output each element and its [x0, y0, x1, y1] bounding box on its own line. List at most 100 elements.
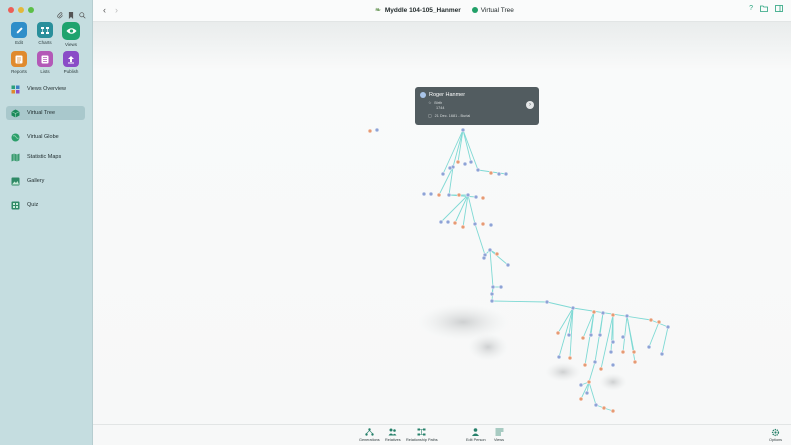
person-node[interactable]: [624, 313, 630, 319]
person-node[interactable]: [498, 284, 504, 290]
person-node[interactable]: [480, 221, 486, 227]
person-node[interactable]: [567, 355, 573, 361]
person-node[interactable]: [665, 324, 671, 330]
person-node[interactable]: [503, 171, 509, 177]
person-node[interactable]: [593, 402, 599, 408]
person-node[interactable]: [473, 194, 479, 200]
person-node[interactable]: [374, 127, 380, 133]
relatives-button[interactable]: Relatives: [385, 428, 401, 442]
person-node[interactable]: [631, 349, 637, 355]
person-node[interactable]: [489, 298, 495, 304]
sidebar-item-views-overview[interactable]: Views Overview: [6, 82, 85, 96]
person-node[interactable]: [472, 221, 478, 227]
person-node[interactable]: [556, 354, 562, 360]
person-node[interactable]: [468, 159, 474, 165]
sidebar-item-statistic-maps[interactable]: Statistic Maps: [6, 150, 85, 164]
sidebar-item-virtual-globe[interactable]: Virtual Globe: [6, 130, 85, 144]
views-bottom-button[interactable]: Views: [494, 428, 504, 442]
person-node[interactable]: [648, 317, 654, 323]
edit-button[interactable]: Edit: [6, 22, 32, 47]
person-node[interactable]: [586, 379, 592, 385]
person-node[interactable]: [447, 165, 453, 171]
sidebar-item-quiz[interactable]: Quiz: [6, 198, 85, 212]
person-node[interactable]: [591, 309, 597, 315]
people-search-icon[interactable]: [79, 6, 86, 19]
person-node[interactable]: [438, 219, 444, 225]
generations-button[interactable]: Generations: [359, 428, 380, 442]
help-icon[interactable]: ?: [749, 5, 753, 14]
person-node[interactable]: [659, 351, 665, 357]
person-node[interactable]: [505, 262, 511, 268]
minimize-window-button[interactable]: [18, 7, 24, 13]
views-button[interactable]: Views: [58, 22, 84, 47]
person-node[interactable]: [566, 332, 572, 338]
person-node[interactable]: [452, 220, 458, 226]
bookmark-icon[interactable]: [68, 6, 74, 19]
person-node[interactable]: [578, 396, 584, 402]
person-node[interactable]: [584, 390, 590, 396]
person-node[interactable]: [578, 382, 584, 388]
person-node[interactable]: [481, 255, 487, 261]
paperclip-icon[interactable]: [57, 6, 63, 19]
back-arrow-icon[interactable]: ‹: [103, 5, 106, 15]
person-node[interactable]: [601, 405, 607, 411]
person-node[interactable]: [582, 362, 588, 368]
person-node[interactable]: [632, 359, 638, 365]
person-node[interactable]: [588, 332, 594, 338]
person-node[interactable]: [598, 366, 604, 372]
person-node[interactable]: [610, 408, 616, 414]
chevron-right-icon[interactable]: ›: [526, 101, 534, 109]
person-node[interactable]: [488, 222, 494, 228]
sidebar-item-virtual-tree[interactable]: Virtual Tree: [6, 106, 85, 120]
person-node[interactable]: [600, 310, 606, 316]
person-node[interactable]: [496, 171, 502, 177]
options-button[interactable]: Options: [769, 428, 782, 442]
lists-button[interactable]: Lists: [32, 51, 58, 74]
close-window-button[interactable]: [8, 7, 14, 13]
zoom-window-button[interactable]: [28, 7, 34, 13]
person-node[interactable]: [462, 161, 468, 167]
person-node[interactable]: [610, 312, 616, 318]
sidebar-toggle-icon[interactable]: [775, 5, 783, 14]
person-node[interactable]: [456, 192, 462, 198]
person-node[interactable]: [489, 291, 495, 297]
person-node[interactable]: [440, 171, 446, 177]
person-node[interactable]: [656, 319, 662, 325]
person-node[interactable]: [597, 332, 603, 338]
person-node[interactable]: [460, 127, 466, 133]
person-node[interactable]: [620, 349, 626, 355]
person-node[interactable]: [620, 334, 626, 340]
person-node[interactable]: [446, 192, 452, 198]
person-node[interactable]: [544, 299, 550, 305]
publish-button[interactable]: Publish: [58, 51, 84, 74]
person-node[interactable]: [608, 349, 614, 355]
relationship-paths-button[interactable]: Relationship Paths: [406, 428, 438, 442]
person-node[interactable]: [465, 192, 471, 198]
person-node[interactable]: [555, 330, 561, 336]
virtual-tree-canvas[interactable]: Roger Hanmer ☆ Birth 1744 ▢ 21 Dec. 1681…: [93, 22, 791, 424]
person-node[interactable]: [428, 191, 434, 197]
person-node[interactable]: [445, 219, 451, 225]
person-node[interactable]: [494, 251, 500, 257]
person-node[interactable]: [475, 167, 481, 173]
sidebar-item-gallery[interactable]: Gallery: [6, 174, 85, 188]
person-node[interactable]: [436, 192, 442, 198]
person-node[interactable]: [367, 128, 373, 134]
forward-arrow-icon[interactable]: ›: [115, 5, 118, 15]
person-node[interactable]: [455, 159, 461, 165]
person-node[interactable]: [421, 191, 427, 197]
person-node[interactable]: [592, 359, 598, 365]
person-node[interactable]: [490, 284, 496, 290]
person-node[interactable]: [610, 362, 616, 368]
charts-button[interactable]: Charts: [32, 22, 58, 47]
person-node[interactable]: [480, 195, 486, 201]
person-node[interactable]: [460, 224, 466, 230]
person-node[interactable]: [580, 335, 586, 341]
person-node[interactable]: [610, 339, 616, 345]
person-node[interactable]: [570, 305, 576, 311]
edit-person-button[interactable]: Edit Person: [466, 428, 486, 442]
folder-icon[interactable]: [760, 5, 768, 14]
reports-button[interactable]: Reports: [6, 51, 32, 74]
person-node[interactable]: [487, 247, 493, 253]
family-tree-graph[interactable]: [93, 22, 791, 424]
